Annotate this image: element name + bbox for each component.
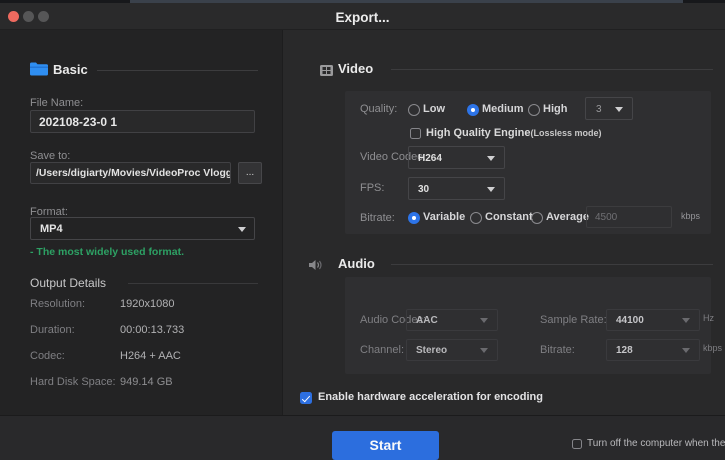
quality-level-select[interactable]: 3 — [585, 97, 633, 120]
bitrate-value: 4500 — [595, 212, 617, 223]
bitrate-radio-variable-label[interactable]: Variable — [423, 211, 465, 223]
quality-label: Quality: — [360, 103, 397, 115]
high-quality-engine-label[interactable]: High Quality Engine(Lossless mode) — [426, 127, 602, 139]
audio-divider — [391, 264, 713, 265]
video-section-title: Video — [338, 61, 373, 76]
channel-select[interactable]: Stereo — [406, 339, 498, 361]
quality-radio-high-label[interactable]: High — [543, 103, 567, 115]
bitrate-radio-average[interactable] — [531, 212, 543, 224]
chevron-down-icon — [615, 107, 623, 112]
output-details-divider — [128, 283, 258, 284]
folder-icon — [30, 62, 48, 81]
quality-radio-high[interactable] — [528, 104, 540, 116]
video-codec-value: H264 — [418, 153, 442, 164]
duration-value: 00:00:13.733 — [120, 324, 184, 336]
high-quality-engine-text: High Quality Engine — [426, 127, 531, 139]
bitrate-radio-average-label[interactable]: Average — [546, 211, 589, 223]
quality-radio-medium-label[interactable]: Medium — [482, 103, 524, 115]
window-title: Export... — [0, 10, 725, 25]
video-divider — [391, 69, 713, 70]
audio-codec-select[interactable]: AAC — [406, 309, 498, 331]
check-icon — [302, 393, 310, 402]
audio-bitrate-label: Bitrate: — [540, 344, 575, 356]
quality-radio-low[interactable] — [408, 104, 420, 116]
save-to-label: Save to: — [30, 150, 70, 162]
bitrate-input[interactable]: 4500 — [586, 206, 672, 228]
chevron-down-icon — [487, 156, 495, 161]
high-quality-engine-suffix: (Lossless mode) — [531, 128, 602, 138]
chevron-down-icon — [480, 348, 488, 353]
audio-bitrate-unit: kbps — [703, 343, 722, 353]
titlebar: Export... — [0, 3, 725, 30]
basic-section-title: Basic — [53, 62, 88, 77]
resolution-label: Resolution: — [30, 298, 85, 310]
audio-codec-value: AAC — [416, 315, 438, 326]
turn-off-checkbox[interactable] — [572, 439, 582, 449]
chevron-down-icon — [480, 318, 488, 323]
format-select[interactable]: MP4 — [30, 217, 255, 240]
fps-label: FPS: — [360, 182, 384, 194]
browse-button[interactable]: ... — [238, 162, 262, 184]
high-quality-engine-checkbox[interactable] — [410, 128, 421, 139]
film-icon — [320, 63, 333, 81]
audio-bitrate-select[interactable]: 128 — [606, 339, 700, 361]
duration-label: Duration: — [30, 324, 75, 336]
file-name-label: File Name: — [30, 97, 83, 109]
sample-rate-unit: Hz — [703, 313, 714, 323]
fps-select[interactable]: 30 — [408, 177, 505, 200]
basic-divider — [97, 70, 258, 71]
video-codec-select[interactable]: H264 — [408, 146, 505, 169]
quality-radio-medium[interactable] — [467, 104, 479, 116]
codec-label: Codec: — [30, 350, 65, 362]
format-value: MP4 — [40, 223, 63, 235]
channel-label: Channel: — [360, 344, 404, 356]
speaker-icon — [309, 258, 323, 276]
hw-accel-label[interactable]: Enable hardware acceleration for encodin… — [318, 391, 543, 403]
bitrate-label: Bitrate: — [360, 212, 395, 224]
start-button[interactable]: Start — [332, 431, 439, 460]
quality-level-value: 3 — [596, 104, 602, 115]
quality-radio-low-label[interactable]: Low — [423, 103, 445, 115]
hard-disk-space-label: Hard Disk Space: — [30, 376, 116, 388]
hw-accel-checkbox[interactable] — [300, 392, 312, 404]
bitrate-radio-constant[interactable] — [470, 212, 482, 224]
sample-rate-value: 44100 — [616, 315, 644, 326]
sample-rate-select[interactable]: 44100 — [606, 309, 700, 331]
turn-off-label[interactable]: Turn off the computer when the task is f — [587, 438, 725, 449]
export-dialog: Export... Basic File Name: 202108-23-0 1… — [0, 0, 725, 460]
bitrate-radio-variable[interactable] — [408, 212, 420, 224]
sample-rate-label: Sample Rate: — [540, 314, 607, 326]
chevron-down-icon — [487, 187, 495, 192]
codec-value: H264 + AAC — [120, 350, 181, 362]
bitrate-unit: kbps — [681, 211, 700, 221]
fps-value: 30 — [418, 184, 429, 195]
output-details-title: Output Details — [30, 276, 106, 290]
save-to-input[interactable]: /Users/digiarty/Movies/VideoProc Vlogger… — [30, 162, 231, 184]
resolution-value: 1920x1080 — [120, 298, 174, 310]
chevron-down-icon — [238, 227, 246, 232]
file-name-input[interactable]: 202108-23-0 1 — [30, 110, 255, 133]
hard-disk-space-value: 949.14 GB — [120, 376, 173, 388]
format-hint: - The most widely used format. — [30, 246, 184, 258]
bitrate-radio-constant-label[interactable]: Constant — [485, 211, 533, 223]
chevron-down-icon — [682, 318, 690, 323]
audio-bitrate-value: 128 — [616, 345, 633, 356]
audio-section-title: Audio — [338, 256, 375, 271]
channel-value: Stereo — [416, 345, 447, 356]
chevron-down-icon — [682, 348, 690, 353]
